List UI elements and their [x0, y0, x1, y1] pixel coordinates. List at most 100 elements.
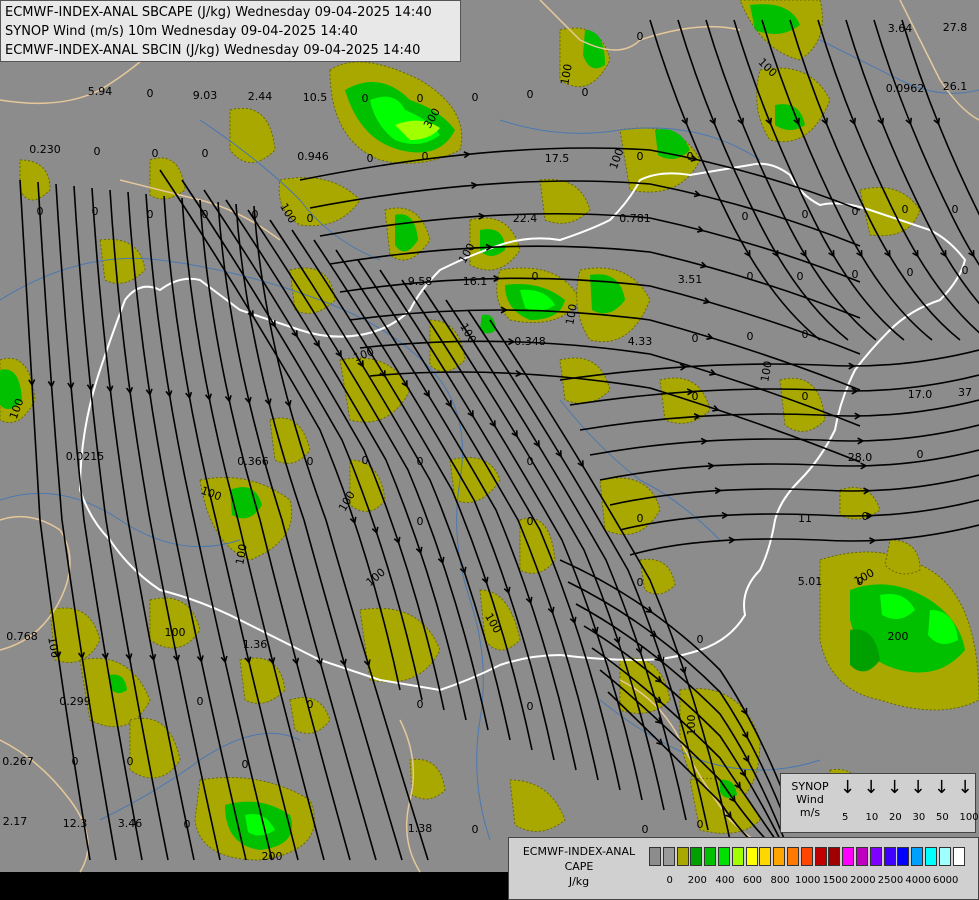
cape-color-swatch — [649, 847, 661, 866]
wind-legend-speed: 100 — [959, 812, 979, 823]
station-value: 0 — [472, 91, 479, 104]
cape-color-swatch — [883, 847, 896, 866]
station-value: 27.8 — [943, 21, 968, 34]
station-value: 0 — [582, 86, 589, 99]
cape-color-swatch — [704, 847, 717, 866]
station-value: 0 — [92, 205, 99, 218]
station-value: 0 — [127, 755, 134, 768]
station-value: 0.348 — [514, 335, 546, 348]
station-value: 0 — [642, 823, 649, 836]
station-value: 0 — [637, 150, 644, 163]
contour-label: 100 — [165, 626, 186, 639]
wind-arrow-icon: ↓ — [957, 777, 973, 798]
title-wind: SYNOP Wind (m/s) 10m Wednesday 09-04-202… — [5, 24, 358, 39]
map-title-box: ECMWF-INDEX-ANAL SBCAPE (J/kg) Wednesday… — [0, 0, 461, 62]
station-value: 16.1 — [463, 275, 488, 288]
wind-legend: SYNOP Wind m/s ↓ 5 ↓ 10 ↓ 20 ↓ 30 ↓ 50 ↓ 100 — [780, 773, 979, 833]
station-value: 0 — [532, 270, 539, 283]
cape-legend-tick: 2500 — [877, 875, 904, 886]
cape-color-swatch — [773, 847, 786, 866]
title-cape: ECMWF-INDEX-ANAL SBCAPE (J/kg) Wednesday… — [5, 5, 432, 20]
cape-legend-line-1: ECMWF-INDEX-ANAL — [522, 845, 636, 858]
cape-legend-line-3: J/kg — [568, 875, 590, 888]
wind-arrow-icon: ↓ — [840, 777, 856, 798]
station-value: 0 — [197, 695, 204, 708]
station-value: 0 — [527, 515, 534, 528]
station-value: 17.5 — [545, 152, 570, 165]
station-value: 0 — [472, 823, 479, 836]
contour-label: 200 — [888, 630, 909, 643]
cape-color-swatch — [759, 847, 772, 866]
cape-legend-line-2: CAPE — [564, 860, 594, 873]
station-value: 0 — [147, 208, 154, 221]
cape-color-swatch — [745, 847, 758, 866]
station-value: 0 — [902, 203, 909, 216]
station-value: 0 — [307, 698, 314, 711]
station-value: 12.3 — [63, 817, 88, 830]
station-value: 0.946 — [297, 150, 329, 163]
station-value: 28.0 — [848, 451, 873, 464]
cape-legend-tick: 0 — [666, 875, 673, 886]
station-value: 0 — [852, 268, 859, 281]
station-value: 17.0 — [908, 388, 933, 401]
wind-legend-speed: 10 — [865, 812, 879, 823]
station-value: 1.36 — [243, 638, 268, 651]
station-value: 0 — [362, 92, 369, 105]
station-value: 0 — [637, 30, 644, 43]
station-value: 0 — [687, 150, 694, 163]
station-value: 37 — [958, 386, 972, 399]
station-value: 0 — [147, 87, 154, 100]
station-value: 0 — [692, 390, 699, 403]
cape-color-swatch — [925, 847, 937, 866]
cape-legend-tick: 1500 — [822, 875, 849, 886]
cape-legend-tick: 800 — [770, 875, 790, 886]
wind-legend-line-1: SYNOP — [791, 780, 829, 793]
cape-color-swatch — [952, 847, 965, 866]
station-value: 1.38 — [408, 822, 433, 835]
cape-color-swatch — [787, 847, 799, 866]
station-value: 3.51 — [678, 273, 703, 286]
station-value: 0 — [637, 576, 644, 589]
cape-color-swatch — [718, 847, 730, 866]
cape-legend-tick: 4000 — [905, 875, 931, 886]
station-value: 0 — [417, 698, 424, 711]
station-value: 0 — [202, 147, 209, 160]
cape-legend-tick: 6000 — [932, 875, 959, 886]
station-value: 0 — [747, 330, 754, 343]
cape-color-swatch — [897, 847, 910, 866]
station-value: 0 — [962, 264, 969, 277]
station-value: 0.230 — [29, 143, 61, 156]
station-value: 0 — [527, 455, 534, 468]
station-value: 0 — [307, 455, 314, 468]
station-value: 0 — [907, 266, 914, 279]
cape-legend-tick: 200 — [687, 875, 707, 886]
station-value: 0.366 — [237, 455, 269, 468]
station-value: 0 — [417, 455, 424, 468]
station-value: 0 — [527, 700, 534, 713]
weather-map: 5.94 0 9.03 2.44 10.5 0 0 0 0 0 3.64 27.8 0 0.230 0 0 0 0… — [0, 0, 979, 900]
cape-color-swatch — [814, 847, 827, 866]
wind-arrow-icon: ↓ — [863, 777, 879, 798]
station-value: 0 — [367, 152, 374, 165]
station-value: 0 — [527, 88, 534, 101]
station-value: 2.17 — [3, 815, 28, 828]
cape-color-swatch — [856, 847, 868, 866]
station-value: 0 — [697, 818, 704, 831]
cape-color-swatch — [676, 847, 689, 866]
cape-color-swatch — [869, 847, 882, 866]
wind-legend-line-2: Wind — [796, 793, 824, 806]
cape-legend-tick: 600 — [742, 875, 763, 886]
wind-legend-title: SYNOP Wind m/s — [785, 780, 835, 819]
station-value: 0 — [184, 818, 191, 831]
station-value: 9.03 — [193, 89, 218, 102]
station-value: 2.44 — [248, 90, 273, 103]
station-value: 0 — [417, 515, 424, 528]
wind-legend-line-3: m/s — [799, 806, 821, 819]
cape-legend-tick: 400 — [715, 875, 735, 886]
cape-legend: ECMWF-INDEX-ANAL CAPE J/kg 0 200 400 600 800… — [508, 837, 979, 900]
wind-arrow-icon: ↓ — [910, 777, 926, 798]
station-value: 0 — [802, 328, 809, 341]
station-value: 0 — [862, 510, 869, 523]
station-value: 0.0962 — [886, 82, 925, 95]
cape-legend-tick: 1000 — [794, 875, 821, 886]
